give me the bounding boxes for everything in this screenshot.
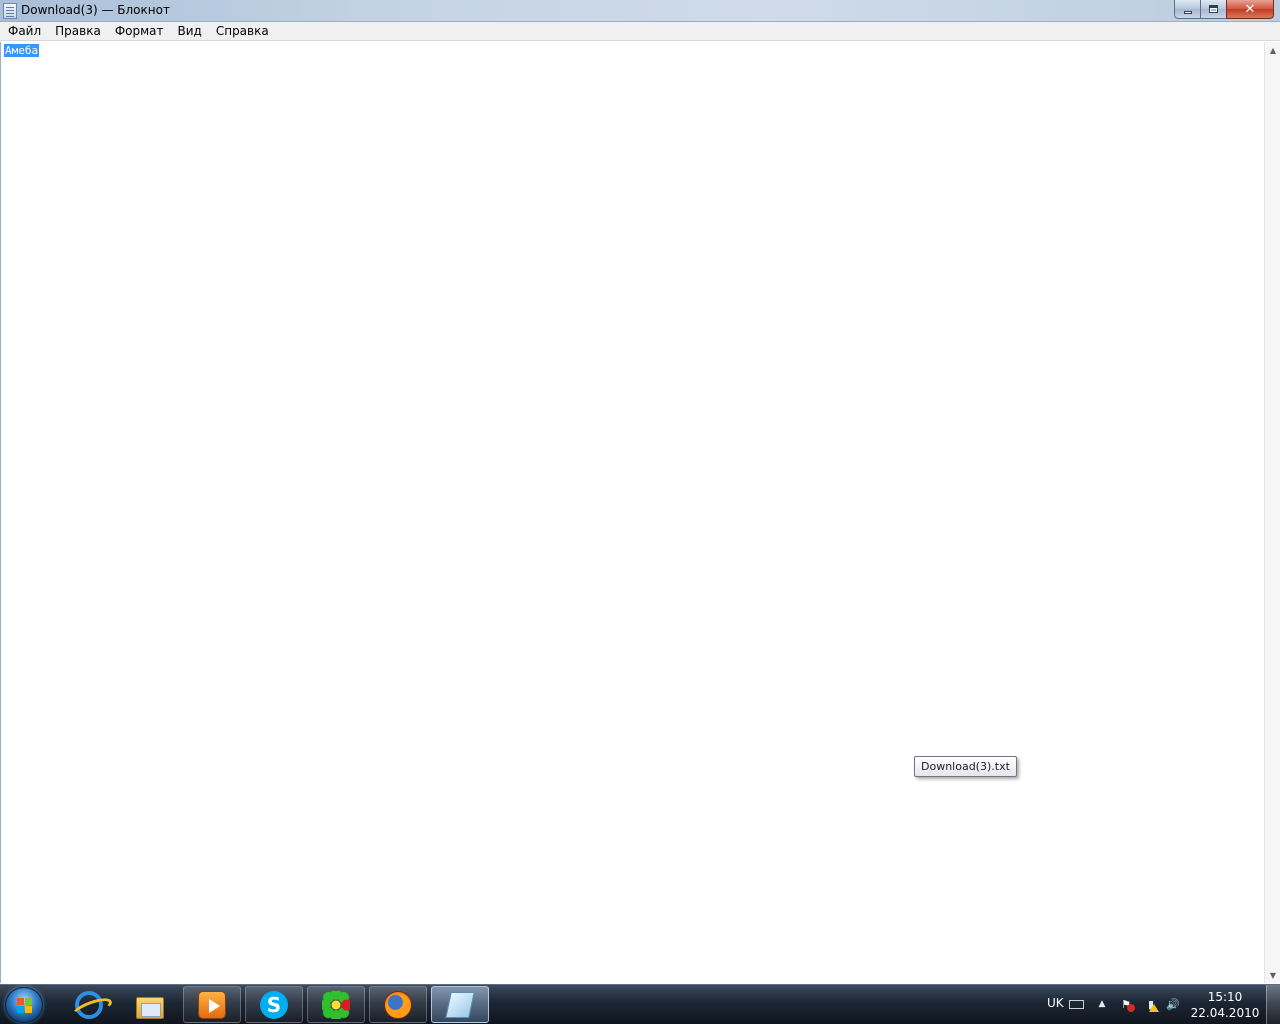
- show-hidden-icons-icon[interactable]: ▲: [1095, 997, 1109, 1011]
- menu-view[interactable]: Вид: [171, 22, 209, 41]
- windows-logo-icon: [17, 998, 24, 1005]
- taskbar-firefox-button[interactable]: [369, 986, 427, 1023]
- menu-edit[interactable]: Правка: [48, 22, 108, 41]
- menu-format[interactable]: Формат: [108, 22, 171, 41]
- clock-date: 22.04.2010: [1190, 1006, 1260, 1020]
- internet-explorer-icon: [75, 990, 103, 1019]
- network-icon[interactable]: ▮: [1144, 997, 1159, 1012]
- windows-logo-icon: [25, 998, 32, 1005]
- selected-text[interactable]: Амеба: [4, 44, 40, 57]
- restore-icon: [1209, 5, 1218, 13]
- window-title: Download(3) — Блокнот: [21, 3, 170, 17]
- notepad-app-icon[interactable]: [3, 3, 17, 19]
- clock-time: 15:10: [1207, 990, 1243, 1004]
- taskbar-notepad-button[interactable]: [431, 986, 489, 1023]
- title-bar[interactable]: Download(3) — Блокнот ✕: [0, 0, 1280, 22]
- windows-logo-icon: [25, 1006, 32, 1013]
- maximize-button[interactable]: [1200, 0, 1227, 19]
- firefox-icon: [384, 990, 412, 1019]
- show-desktop-button[interactable]: [1266, 985, 1280, 1024]
- system-clock[interactable]: 15:10 22.04.2010: [1190, 989, 1260, 1021]
- menu-file[interactable]: Файл: [1, 22, 48, 41]
- minimize-icon: [1183, 10, 1192, 14]
- menu-bar: Файл Правка Формат Вид Справка: [0, 22, 1280, 41]
- notepad-icon: [445, 991, 475, 1018]
- vertical-scrollbar[interactable]: ▲ ▼: [1264, 42, 1280, 983]
- taskbar: S UK ▲ ⚑ ▮ 🔊 15:10 22.04.2010: [0, 984, 1280, 1024]
- close-icon: ✕: [1244, 1, 1256, 17]
- windows-explorer-icon: [136, 996, 164, 1019]
- file-tooltip: Download(3).txt: [914, 756, 1017, 777]
- keyboard-icon[interactable]: [1069, 1000, 1084, 1009]
- taskbar-ie-button[interactable]: [60, 986, 118, 1023]
- text-editor-area[interactable]: Амеба: [0, 42, 1264, 983]
- icq-icon: [322, 990, 350, 1019]
- close-button[interactable]: ✕: [1226, 0, 1274, 19]
- taskbar-skype-button[interactable]: S: [245, 986, 303, 1023]
- taskbar-media-player-button[interactable]: [183, 986, 241, 1023]
- skype-icon: S: [260, 990, 288, 1019]
- menu-help[interactable]: Справка: [209, 22, 276, 41]
- scroll-up-icon[interactable]: ▲: [1265, 42, 1280, 58]
- action-center-icon[interactable]: ⚑: [1119, 997, 1135, 1012]
- start-button[interactable]: [5, 987, 43, 1023]
- minimize-button[interactable]: [1174, 0, 1201, 19]
- windows-logo-icon: [17, 1006, 24, 1013]
- taskbar-explorer-button[interactable]: [121, 986, 179, 1023]
- media-player-icon: [198, 990, 226, 1019]
- taskbar-icq-button[interactable]: [307, 986, 365, 1023]
- language-indicator[interactable]: UK: [1047, 996, 1064, 1010]
- volume-icon[interactable]: 🔊: [1166, 997, 1180, 1011]
- scroll-down-icon[interactable]: ▼: [1265, 967, 1280, 983]
